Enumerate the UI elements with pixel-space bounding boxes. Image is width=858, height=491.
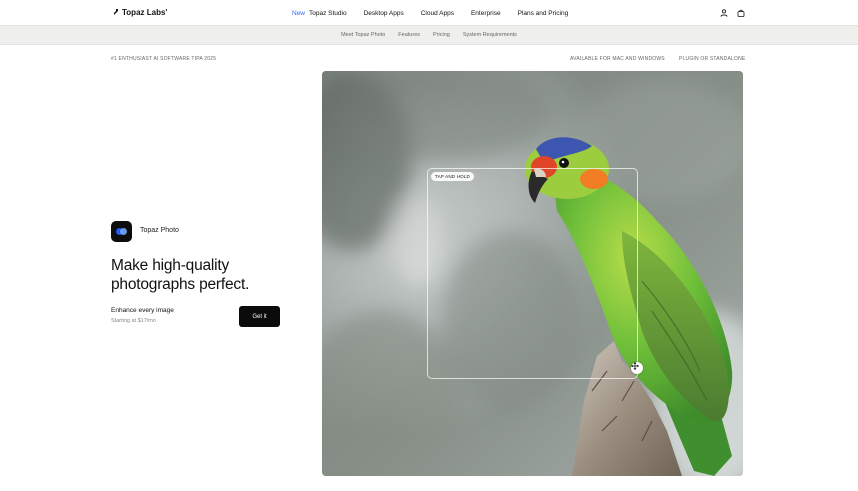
- user-icon[interactable]: [720, 9, 728, 17]
- hero-image: TAP AND HOLD: [322, 71, 743, 476]
- plugin-tagline: PLUGIN OR STANDALONE: [679, 56, 746, 62]
- award-tagline: #1 ENTHUSIAST AI SOFTWARE TIPA 2025: [111, 56, 217, 62]
- top-navigation: Topaz Labs' New Topaz Studio Desktop App…: [0, 0, 858, 26]
- nav-desktop-apps[interactable]: Desktop Apps: [364, 10, 404, 17]
- nav-topaz-studio[interactable]: Topaz Studio: [309, 10, 347, 17]
- main-nav: New Topaz Studio Desktop Apps Cloud Apps…: [292, 10, 585, 17]
- bag-icon[interactable]: [737, 9, 745, 17]
- tap-and-hold-badge: TAP AND HOLD: [431, 172, 474, 181]
- price-note: Starting at $17/mo: [111, 318, 156, 324]
- subnav-features[interactable]: Features: [398, 32, 420, 38]
- hero-headline: Make high-quality photographs perfect.: [111, 257, 250, 293]
- nav-plans-pricing[interactable]: Plans and Pricing: [518, 10, 569, 17]
- hero-subtitle: Enhance every image: [111, 307, 174, 314]
- product-subnav: Meet Topaz Photo Features Pricing System…: [0, 26, 858, 45]
- move-handle-icon[interactable]: [631, 362, 643, 374]
- header-icons: [720, 9, 745, 17]
- subnav-pricing[interactable]: Pricing: [433, 32, 450, 38]
- topaz-labs-logo[interactable]: Topaz Labs': [110, 8, 167, 17]
- topaz-photo-app-icon: [111, 221, 132, 242]
- product-name: Topaz Photo: [140, 227, 179, 234]
- subnav-meet-topaz-photo[interactable]: Meet Topaz Photo: [341, 32, 385, 38]
- before-after-lens[interactable]: TAP AND HOLD: [427, 168, 643, 379]
- subnav-system-requirements[interactable]: System Requirements: [463, 32, 517, 38]
- platform-tagline: AVAILABLE FOR MAC AND WINDOWS: [570, 56, 665, 62]
- nav-enterprise[interactable]: Enterprise: [471, 10, 501, 17]
- topaz-logo-icon: [110, 8, 118, 17]
- logo-text: Topaz Labs': [122, 8, 168, 17]
- nav-cloud-apps[interactable]: Cloud Apps: [421, 10, 454, 17]
- new-badge: New: [292, 10, 306, 17]
- app-icon-dot-light: [120, 228, 127, 235]
- get-it-button[interactable]: Get it: [239, 306, 280, 327]
